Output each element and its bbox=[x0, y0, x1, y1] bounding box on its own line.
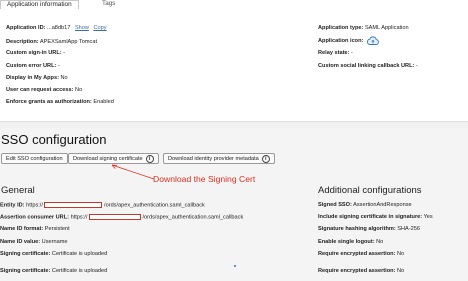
require-encrypted-row: Require encrypted assertion: No bbox=[318, 251, 405, 257]
app-id-row: Application ID: ...a8db17 Show Copy bbox=[6, 25, 107, 31]
acs-url-host-field[interactable] bbox=[88, 214, 141, 220]
tab-tags[interactable]: Tags bbox=[96, 0, 122, 9]
app-type-row: Application type: SAML Application bbox=[318, 25, 409, 31]
custom-error-row: Custom error URL: - bbox=[6, 63, 60, 69]
sso-configuration-section: SSO configuration Edit SSO configuration… bbox=[0, 128, 468, 281]
application-info-panel: Application ID: ...a8db17 Show Copy Desc… bbox=[0, 9, 468, 121]
entity-id-row: Entity ID: https:// /ords/apex_authentic… bbox=[0, 202, 205, 209]
relay-state-row: Relay state: - bbox=[318, 50, 353, 56]
additional-configurations-title: Additional configurations bbox=[318, 185, 422, 196]
name-id-value-row: Name ID value: Username bbox=[0, 239, 68, 245]
cursor-dot bbox=[234, 265, 236, 267]
entity-id-host-field[interactable] bbox=[44, 202, 103, 208]
download-idp-metadata-button[interactable]: Download identity provider metadata i bbox=[163, 153, 275, 164]
require-encrypted-row: Require encrypted assertion: No bbox=[318, 268, 405, 274]
copy-link[interactable]: Copy bbox=[94, 25, 107, 31]
acs-url-row: Assertion consumer URL: https:// /ords/a… bbox=[0, 214, 244, 221]
single-logout-row: Enable single logout: No bbox=[318, 239, 384, 245]
signed-sso-row: Signed SSO: AssertionAndResponse bbox=[318, 202, 412, 208]
signing-certificate-row: Signing certificate: Certificate is uplo… bbox=[0, 251, 108, 257]
annotation-text: Download the Signing Cert bbox=[153, 174, 256, 184]
info-icon[interactable]: i bbox=[145, 154, 154, 163]
custom-signin-row: Custom sign-in URL: - bbox=[6, 50, 66, 56]
display-my-apps-row: Display in My Apps: No bbox=[6, 75, 68, 81]
signing-certificate-row: Signing certificate: Certificate is uplo… bbox=[0, 268, 108, 274]
enforce-grants-row: Enforce grants as authorization: Enabled bbox=[6, 99, 114, 105]
hash-algorithm-row: Signature hashing algorithm: SHA-256 bbox=[318, 226, 420, 232]
show-link[interactable]: Show bbox=[75, 25, 89, 31]
include-cert-row: Include signing certificate in signature… bbox=[318, 214, 433, 220]
social-callback-row: Custom social linking callback URL: - bbox=[318, 63, 418, 69]
cloud-upload-icon bbox=[367, 36, 379, 45]
info-icon[interactable]: i bbox=[261, 154, 270, 163]
app-icon-row: Application icon: bbox=[318, 38, 364, 44]
annotation-arrow bbox=[111, 164, 155, 180]
general-title: General bbox=[1, 185, 35, 196]
name-id-format-row: Name ID format: Persistent bbox=[0, 226, 70, 232]
sso-title: SSO configuration bbox=[1, 132, 107, 147]
user-request-row: User can request access: No bbox=[6, 87, 83, 93]
edit-sso-configuration-button[interactable]: Edit SSO configuration bbox=[1, 153, 68, 164]
description-row: Description: APEXSamlApp Tomcat bbox=[6, 39, 97, 45]
